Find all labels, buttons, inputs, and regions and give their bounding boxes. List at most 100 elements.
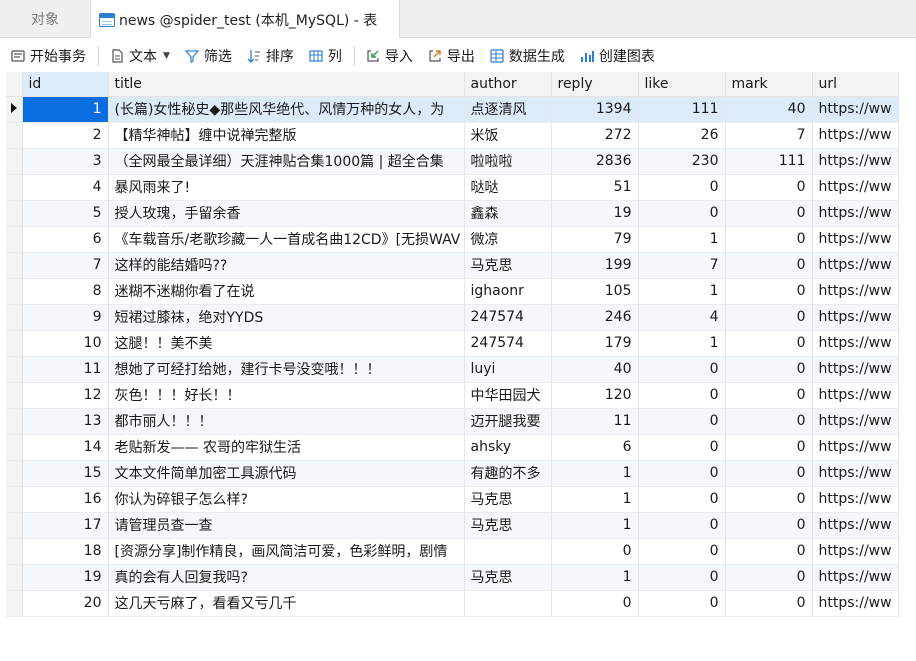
cell-mark[interactable]: 7 [725,122,813,149]
cell-id[interactable]: 5 [22,200,109,227]
row-indicator[interactable] [6,434,23,461]
cell-id[interactable]: 13 [22,408,109,435]
cell-author[interactable]: 点逐清风 [464,96,552,123]
begin-transaction-button[interactable]: 开始事务 [6,42,90,70]
table-row[interactable]: 16 你认为碎银子怎么样? 马克思 1 0 0 https://ww [6,486,899,513]
row-indicator[interactable] [6,252,23,279]
cell-author[interactable]: 有趣的不多 [464,460,552,487]
cell-title[interactable]: 真的会有人回复我吗? [108,564,465,591]
cell-reply[interactable]: 1 [551,512,639,539]
cell-id[interactable]: 8 [22,278,109,305]
cell-author[interactable]: 鑫森 [464,200,552,227]
cell-like[interactable]: 4 [638,304,726,331]
table-row[interactable]: 17 请管理员查一查 马克思 1 0 0 https://ww [6,512,899,539]
cell-id[interactable]: 1 [22,96,109,123]
row-indicator[interactable] [6,148,23,175]
cell-id[interactable]: 11 [22,356,109,383]
table-row[interactable]: 9 短裙过膝袜，绝对YYDS 247574 246 4 0 https://ww [6,304,899,331]
cell-reply[interactable]: 6 [551,434,639,461]
row-indicator[interactable] [6,122,23,149]
cell-like[interactable]: 0 [638,564,726,591]
cell-like[interactable]: 0 [638,486,726,513]
cell-author[interactable]: 中华田园犬 [464,382,552,409]
cell-like[interactable]: 0 [638,382,726,409]
cell-id[interactable]: 16 [22,486,109,513]
tab-objects[interactable]: 对象 [0,0,90,38]
table-row[interactable]: 10 这腿！！美不美 247574 179 1 0 https://ww [6,330,899,357]
cell-id[interactable]: 4 [22,174,109,201]
cell-title[interactable]: （全网最全最详细）天涯神贴合集1000篇 | 超全合集 [108,148,465,175]
cell-like[interactable]: 26 [638,122,726,149]
cell-mark[interactable]: 0 [725,278,813,305]
cell-url[interactable]: https://ww [812,434,899,461]
row-indicator[interactable] [6,96,23,123]
cell-title[interactable]: [资源分享]制作精良，画风简洁可爱，色彩鲜明，剧情 [108,538,465,565]
cell-title[interactable]: 这几天亏麻了，看看又亏几千 [108,590,465,617]
row-indicator[interactable] [6,200,23,227]
cell-mark[interactable]: 0 [725,590,813,617]
cell-like[interactable]: 0 [638,200,726,227]
cell-title[interactable]: 老贴新发—— 农哥的牢狱生活 [108,434,465,461]
cell-url[interactable]: https://ww [812,330,899,357]
cell-id[interactable]: 3 [22,148,109,175]
row-indicator[interactable] [6,226,23,253]
cell-mark[interactable]: 0 [725,382,813,409]
row-indicator[interactable] [6,278,23,305]
text-view-button[interactable]: 文本 ▼ [105,42,174,70]
cell-id[interactable]: 14 [22,434,109,461]
cell-mark[interactable]: 0 [725,200,813,227]
cell-title[interactable]: 迷糊不迷糊你看了在说 [108,278,465,305]
cell-title[interactable]: 【精华神帖】缠中说禅完整版 [108,122,465,149]
table-row[interactable]: 19 真的会有人回复我吗? 马克思 1 0 0 https://ww [6,564,899,591]
cell-mark[interactable]: 0 [725,512,813,539]
cell-author[interactable]: 米饭 [464,122,552,149]
cell-url[interactable]: https://ww [812,538,899,565]
cell-reply[interactable]: 0 [551,538,639,565]
cell-url[interactable]: https://ww [812,278,899,305]
cell-like[interactable]: 0 [638,434,726,461]
cell-mark[interactable]: 0 [725,304,813,331]
column-header-reply[interactable]: reply [551,72,639,97]
cell-url[interactable]: https://ww [812,226,899,253]
row-indicator[interactable] [6,512,23,539]
cell-like[interactable]: 1 [638,278,726,305]
cell-id[interactable]: 2 [22,122,109,149]
cell-id[interactable]: 9 [22,304,109,331]
cell-reply[interactable]: 179 [551,330,639,357]
cell-author[interactable]: luyi [464,356,552,383]
cell-author[interactable] [464,590,552,617]
table-row[interactable]: 14 老贴新发—— 农哥的牢狱生活 ahsky 6 0 0 https://ww [6,434,899,461]
cell-reply[interactable]: 11 [551,408,639,435]
cell-title[interactable]: 这样的能结婚吗?? [108,252,465,279]
column-header-author[interactable]: author [464,72,552,97]
table-row[interactable]: 11 想她了可经打给她，建行卡号没变哦！！！ luyi 40 0 0 https://ww [6,356,899,383]
cell-like[interactable]: 7 [638,252,726,279]
cell-mark[interactable]: 0 [725,538,813,565]
row-indicator[interactable] [6,356,23,383]
cell-mark[interactable]: 0 [725,486,813,513]
cell-reply[interactable]: 2836 [551,148,639,175]
cell-url[interactable]: https://ww [812,174,899,201]
cell-author[interactable]: 马克思 [464,252,552,279]
table-row[interactable]: 4 暴风雨来了! 哒哒 51 0 0 https://ww [6,174,899,201]
cell-mark[interactable]: 0 [725,460,813,487]
cell-reply[interactable]: 105 [551,278,639,305]
cell-title[interactable]: 《车载音乐/老歌珍藏一人一首成名曲12CD》[无损WAV [108,226,465,253]
cell-url[interactable]: https://ww [812,460,899,487]
cell-author[interactable]: 247574 [464,304,552,331]
table-row[interactable]: 6 《车载音乐/老歌珍藏一人一首成名曲12CD》[无损WAV 微凉 79 1 0 https… [6,226,899,253]
cell-title[interactable]: (长篇)女性秘史◆那些风华绝代、风情万种的女人，为 [108,96,465,123]
cell-title[interactable]: 暴风雨来了! [108,174,465,201]
cell-url[interactable]: https://ww [812,252,899,279]
cell-title[interactable]: 授人玫瑰，手留余香 [108,200,465,227]
cell-url[interactable]: https://ww [812,148,899,175]
cell-mark[interactable]: 0 [725,174,813,201]
export-button[interactable]: 导出 [423,42,479,70]
table-row[interactable]: 13 都市丽人！！！ 迈开腿我要 11 0 0 https://ww [6,408,899,435]
cell-reply[interactable]: 0 [551,590,639,617]
cell-reply[interactable]: 246 [551,304,639,331]
cell-reply[interactable]: 19 [551,200,639,227]
cell-id[interactable]: 20 [22,590,109,617]
cell-title[interactable]: 文本文件简单加密工具源代码 [108,460,465,487]
import-button[interactable]: 导入 [361,42,417,70]
